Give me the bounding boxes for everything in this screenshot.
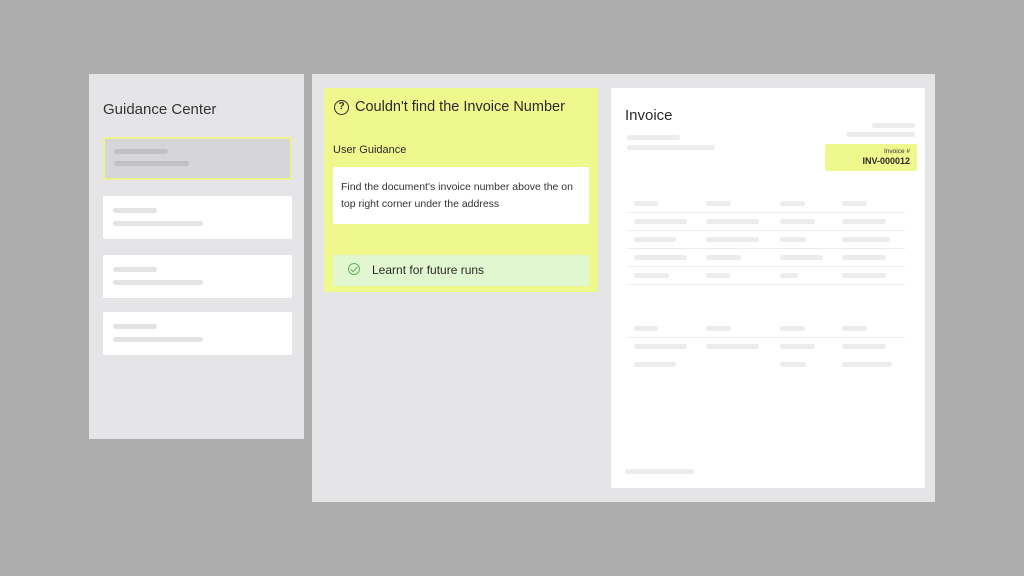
learnt-status-text: Learnt for future runs xyxy=(372,263,485,277)
placeholder-line xyxy=(706,255,741,260)
placeholder-line xyxy=(706,273,730,278)
placeholder-line xyxy=(114,161,189,166)
placeholder-line xyxy=(842,362,892,367)
guidance-item[interactable] xyxy=(103,312,292,355)
table-divider xyxy=(627,266,905,267)
placeholder-line xyxy=(780,273,798,278)
placeholder-line xyxy=(780,201,805,206)
placeholder-line xyxy=(842,344,886,349)
placeholder-line xyxy=(634,219,687,224)
placeholder-line xyxy=(780,362,806,367)
invoice-number-highlight[interactable]: Invoice # INV-000012 xyxy=(825,144,917,171)
placeholder-line xyxy=(634,255,687,260)
table-divider xyxy=(627,230,905,231)
invoice-number-label: Invoice # xyxy=(883,148,910,155)
learnt-status-banner: Learnt for future runs xyxy=(333,255,589,286)
placeholder-line xyxy=(634,237,676,242)
guidance-center-sidebar: Guidance Center xyxy=(89,74,304,439)
invoice-number-value: INV-000012 xyxy=(862,156,910,166)
placeholder-line xyxy=(872,123,915,128)
placeholder-line xyxy=(842,273,886,278)
placeholder-line xyxy=(780,326,805,331)
placeholder-line xyxy=(113,337,203,342)
guidance-panel: ? Couldn't find the Invoice Number User … xyxy=(324,88,598,292)
invoice-document: Invoice Invoice # INV-000012 xyxy=(611,88,925,488)
placeholder-line xyxy=(113,280,203,285)
placeholder-line xyxy=(113,208,157,213)
guidance-item[interactable] xyxy=(103,137,292,180)
placeholder-line xyxy=(627,135,680,140)
placeholder-line xyxy=(846,132,915,137)
placeholder-line xyxy=(842,255,886,260)
placeholder-line xyxy=(780,219,815,224)
placeholder-line xyxy=(706,201,731,206)
user-guidance-text[interactable]: Find the document's invoice number above… xyxy=(333,167,589,224)
table-divider xyxy=(627,284,905,285)
placeholder-line xyxy=(842,201,867,206)
placeholder-line xyxy=(113,324,157,329)
placeholder-line xyxy=(706,237,759,242)
placeholder-line xyxy=(634,344,687,349)
placeholder-line xyxy=(114,149,168,154)
placeholder-line xyxy=(842,237,890,242)
user-guidance-label: User Guidance xyxy=(333,144,407,156)
question-circle-icon: ? xyxy=(334,100,349,115)
guidance-title: Couldn't find the Invoice Number xyxy=(355,99,565,115)
placeholder-line xyxy=(780,344,815,349)
check-circle-icon xyxy=(348,263,360,275)
placeholder-line xyxy=(706,326,731,331)
guidance-item[interactable] xyxy=(103,196,292,239)
placeholder-line xyxy=(842,326,867,331)
placeholder-line xyxy=(634,201,658,206)
placeholder-line xyxy=(706,219,759,224)
placeholder-line xyxy=(113,221,203,226)
placeholder-line xyxy=(627,145,715,150)
placeholder-line xyxy=(842,219,886,224)
placeholder-line xyxy=(634,362,676,367)
placeholder-line xyxy=(706,344,759,349)
table-divider xyxy=(627,337,905,338)
table-divider xyxy=(627,248,905,249)
placeholder-line xyxy=(780,255,823,260)
placeholder-line xyxy=(634,326,658,331)
placeholder-line xyxy=(625,469,694,474)
placeholder-line xyxy=(634,273,669,278)
placeholder-line xyxy=(113,267,157,272)
placeholder-line xyxy=(780,237,806,242)
table-divider xyxy=(627,212,905,213)
invoice-title: Invoice xyxy=(625,107,673,124)
sidebar-title: Guidance Center xyxy=(103,101,217,118)
guidance-item[interactable] xyxy=(103,255,292,298)
main-panel: ? Couldn't find the Invoice Number User … xyxy=(312,74,935,502)
